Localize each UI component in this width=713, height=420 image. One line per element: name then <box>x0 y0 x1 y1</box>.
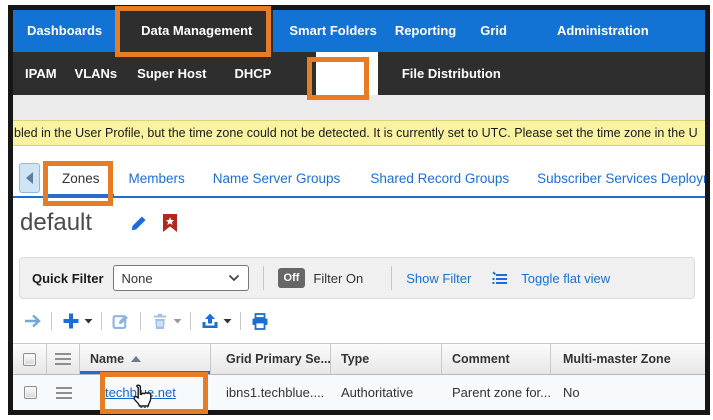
tab-subscriber-services-deployment[interactable]: Subscriber Services Deploym <box>537 171 705 196</box>
cell-value: Authoritative <box>341 385 413 400</box>
chevron-down-icon <box>228 274 240 282</box>
column-label: Name <box>90 352 124 366</box>
divider <box>391 266 392 290</box>
export-button[interactable] <box>199 310 221 332</box>
cell-value: ibns1.techblue.... <box>226 385 324 400</box>
tab-members[interactable]: Members <box>129 171 185 196</box>
divider <box>51 312 52 330</box>
filter-on-label: Filter On <box>313 271 363 286</box>
bookmark-button[interactable] <box>162 214 178 233</box>
delete-dropdown-caret[interactable] <box>173 318 182 324</box>
divider <box>140 312 141 330</box>
column-header-grid-primary[interactable]: Grid Primary Se... <box>211 344 331 374</box>
type-cell: Authoritative <box>331 375 442 410</box>
delete-button[interactable] <box>149 310 171 332</box>
table-menu-icon[interactable] <box>55 353 71 365</box>
row-select-cell <box>13 375 47 410</box>
subnav-ipam[interactable]: IPAM <box>25 52 57 95</box>
quick-filter-label: Quick Filter <box>32 271 104 286</box>
grid-primary-cell: ibns1.techblue.... <box>211 375 331 410</box>
comment-cell: Parent zone for... <box>442 375 551 410</box>
column-header-multi-master[interactable]: Multi-master Zone <box>551 344 705 374</box>
column-header-name[interactable]: Name <box>80 344 211 374</box>
nav-reporting[interactable]: Reporting <box>395 10 456 52</box>
quick-filter-panel: Quick Filter None Off Filter On Show Fil… <box>19 257 695 299</box>
go-to-button[interactable] <box>21 310 43 332</box>
main-content: Zones Members Name Server Groups Shared … <box>13 146 705 410</box>
tab-bar: Zones Members Name Server Groups Shared … <box>13 160 705 198</box>
add-button[interactable] <box>60 310 82 332</box>
print-button[interactable] <box>249 310 271 332</box>
zones-toolbar <box>21 306 705 336</box>
chevron-left-icon <box>26 172 33 184</box>
upload-icon <box>201 313 219 330</box>
export-dropdown-caret[interactable] <box>223 318 232 324</box>
column-label: Grid Primary Se... <box>226 352 331 366</box>
flat-view-icon[interactable] <box>491 271 508 285</box>
sort-ascending-icon <box>131 356 141 362</box>
edit-icon <box>112 312 130 330</box>
subnav-vlans[interactable]: VLANs <box>75 52 118 95</box>
bookmark-star-icon <box>162 214 178 233</box>
tab-shared-record-groups[interactable]: Shared Record Groups <box>370 171 509 196</box>
column-label: Multi-master Zone <box>563 352 671 366</box>
subnav-super-host[interactable]: Super Host <box>137 52 206 95</box>
view-title-row: default <box>13 206 705 240</box>
arrow-right-icon <box>23 313 42 329</box>
subnav-dhcp[interactable]: DHCP <box>235 52 272 95</box>
divider <box>101 312 102 330</box>
column-header-comment[interactable]: Comment <box>442 344 551 374</box>
nav-grid[interactable]: Grid <box>480 10 507 52</box>
select-all-cell <box>13 344 47 374</box>
divider <box>190 312 191 330</box>
header-menu-cell <box>47 344 80 374</box>
quick-filter-select[interactable]: None <box>113 265 249 291</box>
annotation-box-dns <box>307 57 369 100</box>
tab-scroll-left-button[interactable] <box>19 163 40 193</box>
nav-administration[interactable]: Administration <box>557 10 649 52</box>
trash-icon <box>152 313 168 330</box>
quick-filter-selected-value: None <box>122 271 153 286</box>
multi-master-cell: No <box>551 375 705 410</box>
printer-icon <box>251 313 269 330</box>
edit-view-button[interactable] <box>130 214 148 232</box>
tab-name-server-groups[interactable]: Name Server Groups <box>213 171 341 196</box>
row-menu-cell <box>47 375 80 410</box>
cell-value: Parent zone for... <box>452 385 551 400</box>
cell-value: No <box>563 385 580 400</box>
row-checkbox[interactable] <box>24 386 37 399</box>
nav-dashboards[interactable]: Dashboards <box>27 10 102 52</box>
annotation-box-techblue-net <box>100 372 208 414</box>
column-label: Type <box>341 352 369 366</box>
show-filter-link[interactable]: Show Filter <box>406 271 471 286</box>
hand-cursor-icon <box>130 384 152 408</box>
column-label: Comment <box>452 352 510 366</box>
row-menu-icon[interactable] <box>56 387 72 399</box>
add-dropdown-caret[interactable] <box>84 318 93 324</box>
annotation-box-data-management <box>115 6 271 57</box>
annotation-box-zones <box>43 161 113 206</box>
nav-smart-folders[interactable]: Smart Folders <box>289 10 376 52</box>
divider <box>240 312 241 330</box>
edit-button[interactable] <box>110 310 132 332</box>
pencil-icon <box>130 214 148 232</box>
page-title: default <box>20 209 92 237</box>
select-all-checkbox[interactable] <box>23 353 36 366</box>
divider <box>263 266 264 290</box>
column-header-type[interactable]: Type <box>331 344 442 374</box>
filter-toggle-off-badge[interactable]: Off <box>278 268 306 288</box>
toggle-flat-view-link[interactable]: Toggle flat view <box>521 271 610 286</box>
plus-icon <box>62 312 80 330</box>
subnav-file-distribution[interactable]: File Distribution <box>402 52 501 95</box>
timezone-warning-banner: bled in the User Profile, but the time z… <box>13 120 705 146</box>
table-header-row: Name Grid Primary Se... Type Comment Mul… <box>13 343 705 375</box>
